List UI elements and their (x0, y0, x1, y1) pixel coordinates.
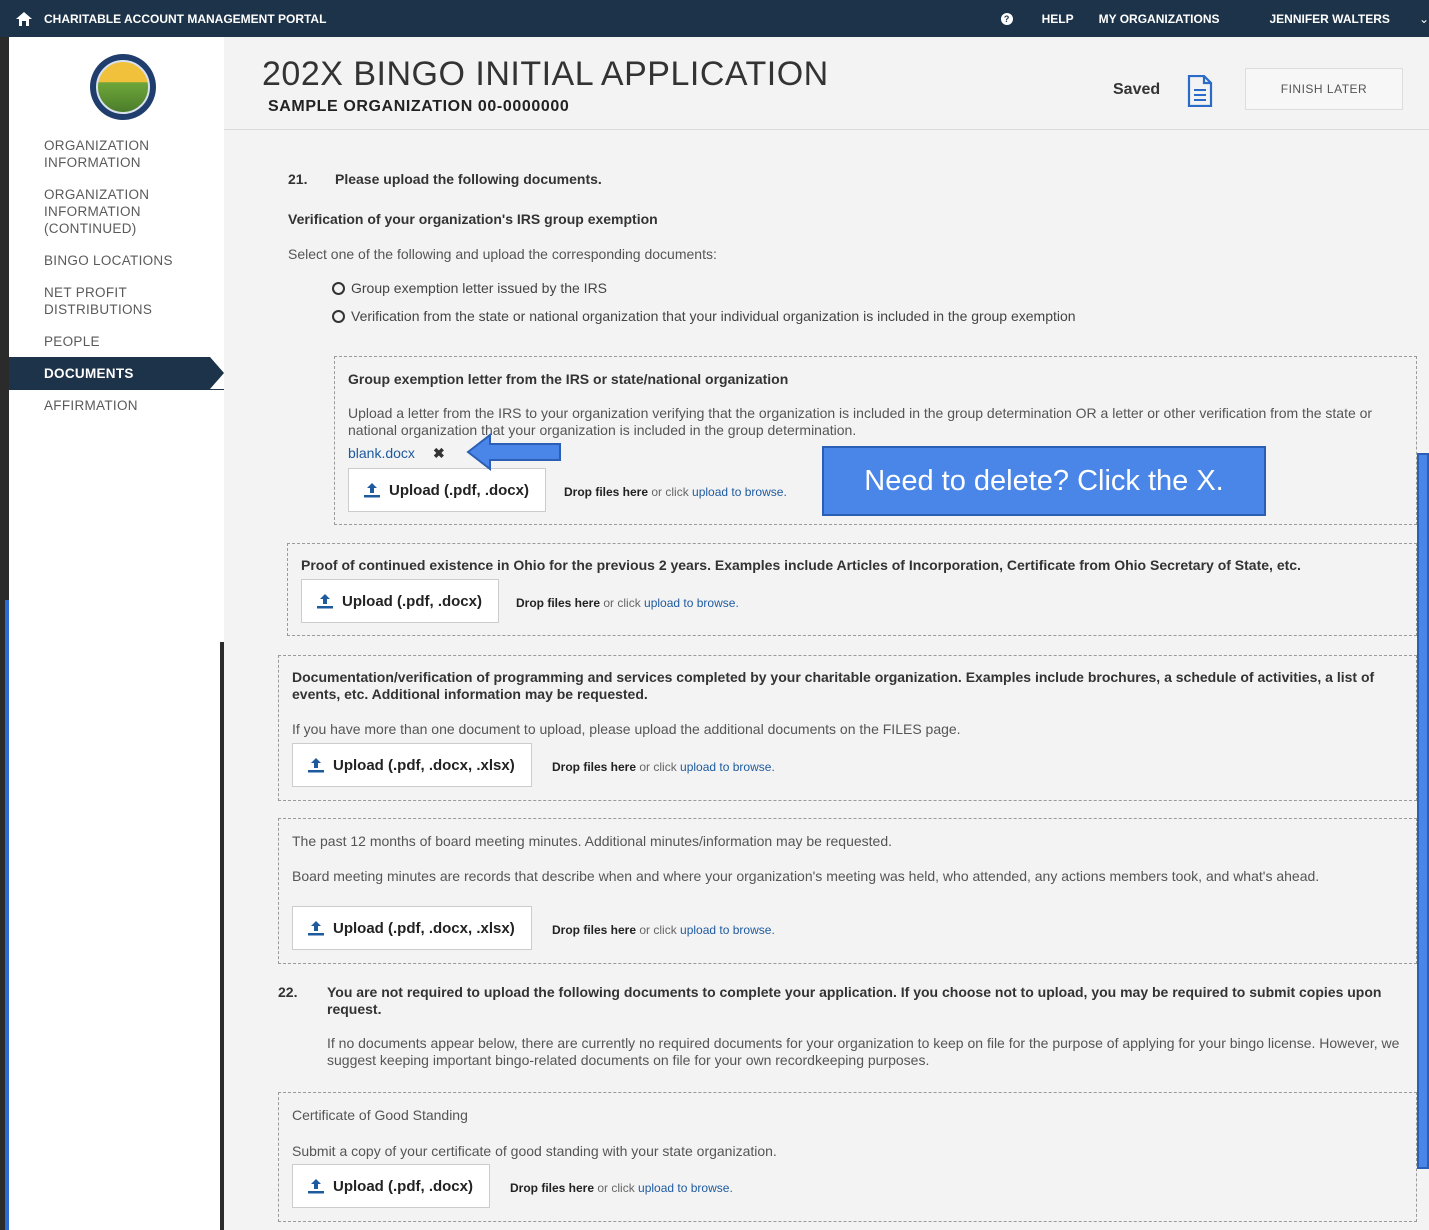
sidebar-item-affirmation[interactable]: AFFIRMATION (9, 397, 224, 414)
drop-zone-text: Drop files here or click upload to brows… (510, 1181, 733, 1195)
drop-label: Drop files here (516, 596, 601, 610)
help-label: HELP (1041, 11, 1074, 26)
home-link[interactable]: CHARITABLE ACCOUNT MANAGEMENT PORTAL (16, 0, 326, 37)
home-icon (16, 11, 32, 26)
or-click-label: or click (600, 596, 645, 610)
upload-button[interactable]: Upload (.pdf, .docx, .xlsx) (292, 743, 532, 787)
question-22-number: 22. (278, 984, 298, 1000)
drop-zone-text: Drop files here or click upload to brows… (552, 923, 775, 937)
top-nav-menu: ? HELP MY ORGANIZATIONS JENNIFER WALTERS ⌄ (951, 0, 1429, 37)
section-title: Proof of continued existence in Ohio for… (301, 557, 1301, 573)
upload-section-programming-documentation: Documentation/verification of programmin… (278, 655, 1417, 801)
top-nav-bar: CHARITABLE ACCOUNT MANAGEMENT PORTAL ? HE… (0, 0, 1429, 37)
chevron-down-icon: ⌄ (1418, 11, 1429, 26)
question-21-title: Please upload the following documents. (335, 171, 602, 187)
question-22-description: If no documents appear below, there are … (327, 1035, 1400, 1068)
drop-zone-text: Drop files here or click upload to brows… (516, 596, 739, 610)
uploaded-file-link[interactable]: blank.docx (348, 445, 415, 461)
browse-link[interactable]: upload to browse. (692, 485, 787, 499)
section-description: If you have more than one document to up… (292, 721, 961, 737)
select-instructions: Select one of the following and upload t… (288, 246, 717, 262)
sidebar-item-organization-information-continued[interactable]: ORGANIZATION INFORMATION (CONTINUED) (9, 186, 159, 237)
upload-label: Upload (.pdf, .docx) (342, 592, 482, 610)
radio-button[interactable] (332, 281, 345, 295)
question-21-number: 21. (288, 171, 308, 187)
sidebar-item-bingo-locations[interactable]: BINGO LOCATIONS (9, 252, 224, 269)
irs-group-exemption-heading: Verification of your organization's IRS … (288, 211, 658, 227)
or-click-label: or click (636, 923, 681, 937)
finish-later-button[interactable]: FINISH LATER (1245, 68, 1403, 110)
radio-label: Group exemption letter issued by the IRS (351, 280, 608, 296)
radio-button[interactable] (332, 309, 345, 323)
drop-zone-text: Drop files here or click upload to brows… (552, 760, 775, 774)
section-description: Submit a copy of your certificate of goo… (292, 1143, 777, 1159)
upload-icon (317, 594, 333, 609)
upload-button[interactable]: Upload (.pdf, .docx, .xlsx) (292, 906, 532, 950)
callout-tooltip: Need to delete? Click the X. (822, 446, 1266, 516)
organization-name: SAMPLE ORGANIZATION 00-0000000 (268, 98, 570, 115)
drop-label: Drop files here (552, 760, 637, 774)
section-title: Certificate of Good Standing (292, 1107, 468, 1123)
sidebar: ORGANIZATION INFORMATION ORGANIZATION IN… (9, 37, 224, 642)
upload-icon (364, 483, 380, 498)
header-divider (224, 129, 1429, 130)
help-link[interactable]: ? HELP (976, 12, 1074, 26)
upload-section-board-minutes: The past 12 months of board meeting minu… (278, 818, 1417, 964)
sidebar-lower (9, 642, 220, 1230)
app-title: CHARITABLE ACCOUNT MANAGEMENT PORTAL (44, 11, 327, 26)
upload-icon (308, 758, 324, 773)
upload-label: Upload (.pdf, .docx) (333, 1177, 473, 1195)
upload-label: Upload (.pdf, .docx, .xlsx) (333, 756, 515, 774)
upload-icon (308, 921, 324, 936)
or-click-label: or click (594, 1181, 639, 1195)
drop-zone-text: Drop files here or click upload to brows… (564, 485, 787, 499)
user-menu[interactable]: JENNIFER WALTERS ⌄ (1244, 12, 1429, 26)
arrow-left-icon (466, 433, 561, 471)
upload-button[interactable]: Upload (.pdf, .docx) (292, 1164, 490, 1208)
page-title: 202X BINGO INITIAL APPLICATION (262, 55, 829, 93)
upload-section-good-standing: Certificate of Good Standing Submit a co… (278, 1092, 1417, 1222)
browse-link[interactable]: upload to browse. (644, 596, 739, 610)
radio-option-state-verification[interactable]: Verification from the state or national … (332, 308, 1076, 324)
sidebar-item-documents[interactable]: DOCUMENTS (9, 357, 224, 390)
document-icon[interactable] (1186, 75, 1214, 107)
or-click-label: or click (636, 760, 681, 774)
my-organizations-link[interactable]: MY ORGANIZATIONS (1099, 12, 1220, 26)
sidebar-item-organization-information[interactable]: ORGANIZATION INFORMATION (9, 137, 159, 171)
section-title: The past 12 months of board meeting minu… (292, 833, 893, 849)
delete-file-icon[interactable]: ✖ (433, 445, 445, 462)
drop-label: Drop files here (552, 923, 637, 937)
browse-link[interactable]: upload to browse. (680, 923, 775, 937)
radio-label: Verification from the state or national … (351, 308, 1076, 324)
question-22-title: You are not required to upload the follo… (327, 984, 1382, 1017)
upload-button[interactable]: Upload (.pdf, .docx) (301, 579, 499, 623)
upload-icon (308, 1179, 324, 1194)
drop-label: Drop files here (564, 485, 649, 499)
drop-label: Drop files here (510, 1181, 595, 1195)
section-title: Group exemption letter from the IRS or s… (348, 371, 789, 387)
radio-option-irs-letter[interactable]: Group exemption letter issued by the IRS (332, 280, 607, 296)
section-title: Documentation/verification of programmin… (292, 669, 1375, 702)
help-icon: ? (1000, 12, 1013, 25)
upload-section-proof-of-existence: Proof of continued existence in Ohio for… (287, 543, 1417, 636)
upload-button[interactable]: Upload (.pdf, .docx) (348, 468, 546, 512)
upload-label: Upload (.pdf, .docx) (389, 481, 529, 499)
sidebar-item-people[interactable]: PEOPLE (9, 333, 224, 350)
sidebar-nav: ORGANIZATION INFORMATION ORGANIZATION IN… (9, 137, 224, 429)
browse-link[interactable]: upload to browse. (638, 1181, 733, 1195)
state-seal-logo (90, 54, 156, 120)
upload-label: Upload (.pdf, .docx, .xlsx) (333, 919, 515, 937)
or-click-label: or click (648, 485, 693, 499)
saved-status: Saved (1113, 81, 1161, 98)
section-description: Board meeting minutes are records that d… (292, 868, 1320, 884)
sidebar-item-net-profit-distributions[interactable]: NET PROFIT DISTRIBUTIONS (9, 284, 169, 318)
user-name: JENNIFER WALTERS (1269, 11, 1390, 26)
callout-right-panel (1417, 453, 1429, 1169)
browse-link[interactable]: upload to browse. (680, 760, 775, 774)
main-content: 202X BINGO INITIAL APPLICATION SAMPLE OR… (224, 37, 1429, 1230)
